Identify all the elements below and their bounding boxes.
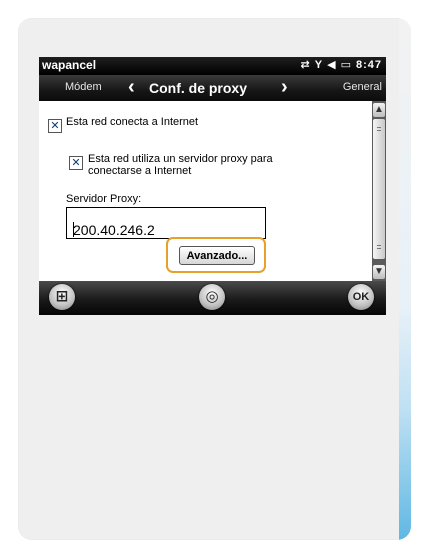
- battery-icon: ▭: [340, 59, 352, 71]
- status-bar: wapancel ⇄ Y ◀ ▭ 8:47: [39, 57, 386, 75]
- page-title: Conf. de proxy: [149, 80, 248, 96]
- volume-icon: ◀: [327, 59, 337, 71]
- scroll-down-icon[interactable]: ▼: [373, 265, 385, 279]
- panel-accent-bar: [399, 18, 411, 540]
- status-icons[interactable]: ⇄ Y ◀ ▭ 8:47: [297, 58, 382, 71]
- grip-line: [377, 130, 381, 131]
- proxy-server-value: 200.40.246.2: [73, 222, 155, 238]
- scroll-up-icon[interactable]: ▲: [373, 103, 385, 117]
- nav-next-label[interactable]: General: [343, 81, 382, 93]
- chevron-left-icon[interactable]: ‹: [128, 76, 135, 99]
- proxy-server-input[interactable]: 200.40.246.2: [66, 207, 266, 239]
- scroll-thumb[interactable]: [373, 119, 385, 259]
- globe-icon[interactable]: ◎: [199, 284, 225, 310]
- ok-button[interactable]: OK: [348, 284, 374, 310]
- internet-checkbox-label: Esta red conecta a Internet: [66, 116, 199, 128]
- text-caret: [73, 222, 74, 237]
- proxy-server-label: Servidor Proxy:: [66, 193, 142, 205]
- nav-bar: Módem ‹ Conf. de proxy › General: [39, 75, 386, 101]
- internet-checkbox[interactable]: ✕: [48, 119, 62, 133]
- device-screen: wapancel ⇄ Y ◀ ▭ 8:47 Módem ‹ Conf. de proxy…: [39, 57, 386, 315]
- wifi-icon: ⇄: [300, 59, 311, 71]
- proxy-checkbox-label: Esta red utiliza un servidor proxy para …: [88, 153, 273, 177]
- status-title: wapancel: [42, 58, 97, 72]
- signal-icon: Y: [314, 59, 324, 71]
- chevron-right-icon[interactable]: ›: [281, 76, 288, 99]
- settings-content: ✕ Esta red conecta a Internet ✕ Esta red…: [39, 101, 372, 281]
- nav-prev-label[interactable]: Módem: [65, 81, 102, 93]
- clock-time: 8:47: [355, 59, 382, 71]
- proxy-checkbox[interactable]: ✕: [69, 156, 83, 170]
- grip-line: [377, 127, 381, 128]
- bottom-toolbar: ⊞ ◎ OK: [39, 281, 386, 315]
- advanced-button[interactable]: Avanzado...: [179, 246, 255, 265]
- vertical-scrollbar[interactable]: ▲ ▼: [372, 101, 386, 281]
- windows-start-icon[interactable]: ⊞: [49, 284, 75, 310]
- grip-line: [377, 245, 381, 246]
- grip-line: [377, 248, 381, 249]
